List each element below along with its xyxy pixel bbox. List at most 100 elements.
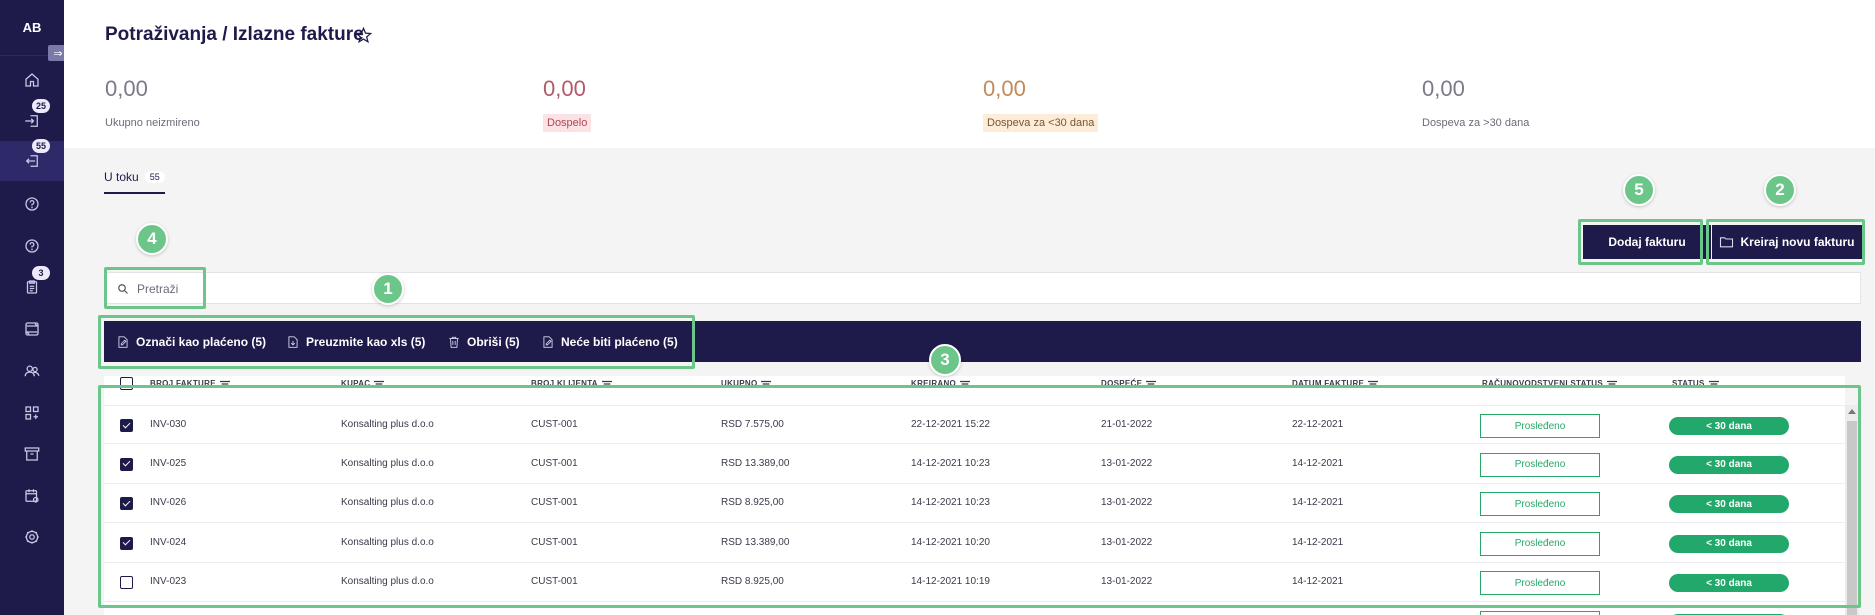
search-input[interactable] [137,279,537,299]
cell-total: RSD 8.925,00 [721,497,784,508]
table-row[interactable]: INV-030 Konsalting plus d.o.o CUST-001 RSD … [104,405,1845,444]
sidebar: AB ⇒ 25 55 3 [0,0,68,615]
scrollbar-thumb[interactable] [1847,421,1857,615]
edit-doc-icon [118,335,128,348]
marker-2: 2 [1764,174,1796,206]
row-checkbox[interactable] [120,536,133,550]
accounting-status-button[interactable]: Prosleđeno [1480,414,1600,438]
col-header-created[interactable]: KREIRANO [911,379,971,388]
delete-action[interactable]: Obriši (5) [447,321,520,362]
sidebar-item-home[interactable] [0,60,64,100]
row-checkbox[interactable] [120,576,133,589]
cell-customer: Konsalting plus d.o.o [341,497,434,508]
stat-label: Dospeva za >30 dana [1422,117,1530,129]
filter-icon[interactable] [1368,380,1379,388]
sidebar-item-settings[interactable] [0,517,64,557]
accounting-status-button[interactable]: Prosleđeno [1480,492,1600,516]
add-invoice-button[interactable]: Dodaj fakturu [1583,225,1711,259]
action-label: Preuzmite kao xls (5) [306,334,426,349]
sidebar-badge: 25 [32,99,50,113]
calendar-settings-icon [25,489,39,503]
sidebar-item-transfers[interactable] [0,309,64,349]
sidebar-item-outgoing[interactable]: 55 [0,139,64,181]
page-header: Potraživanja / Izlazne fakture 0,00 Ukup… [64,0,1875,148]
users-icon [24,365,40,377]
accounting-status-button[interactable]: Prosleđeno [1480,571,1600,595]
col-header-total[interactable]: UKUPNO [721,379,772,388]
cell-invoice-date: 14-12-2021 [1292,576,1344,587]
marker-3: 3 [929,344,961,376]
cell-due: 21-01-2022 [1101,419,1153,430]
cell-invoice: INV-023 [150,576,187,587]
stat-overdue: 0,00 Dospelo [543,76,592,132]
download-xls-action[interactable]: Preuzmite kao xls (5) [286,321,425,362]
filter-icon[interactable] [601,380,612,388]
filter-icon[interactable] [1708,380,1719,388]
tab-count-badge: 55 [144,171,165,183]
col-header-due[interactable]: DOSPEĆE [1101,379,1157,388]
row-checkbox[interactable] [120,457,133,471]
cell-created: 14-12-2021 10:19 [911,576,990,587]
cell-client: CUST-001 [531,457,578,469]
cell-created: 22-12-2021 15:22 [911,419,990,430]
tab-label: U toku [104,170,139,184]
stat-value: 0,00 [105,76,148,101]
sidebar-badge: 3 [32,266,50,280]
stat-label: Dospelo [543,114,592,132]
accounting-status-button[interactable] [1480,610,1600,615]
row-checkbox[interactable] [120,497,133,510]
table-row[interactable]: INV-024 Konsalting plus d.o.o CUST-001 RSD … [104,524,1845,563]
sidebar-item-users[interactable] [0,351,64,391]
stat-value: 0,00 [543,76,586,101]
sidebar-item-incoming[interactable]: 25 [0,99,64,141]
filter-icon[interactable] [761,380,772,388]
accounting-status-button[interactable]: Prosleđeno [1480,531,1600,556]
cell-due: 13-01-2022 [1101,457,1153,469]
sidebar-item-help-1[interactable] [0,184,64,224]
table-row[interactable]: INV-026 Konsalting plus d.o.o CUST-001 RSD … [104,484,1845,523]
filter-icon[interactable] [374,380,385,388]
search-container [104,272,1861,304]
scroll-up-icon[interactable] [1847,407,1857,415]
filter-icon[interactable] [219,380,230,388]
cell-due: 13-01-2022 [1101,497,1153,508]
filter-icon[interactable] [1146,380,1157,388]
sidebar-badge: 55 [32,139,50,153]
sidebar-item-help-2[interactable] [0,226,64,266]
stat-total-unpaid: 0,00 Ukupno neizmireno [105,76,204,132]
cell-client: CUST-001 [531,419,578,430]
col-header-customer[interactable]: KUPAC [341,379,385,388]
table-row[interactable]: INV-025 Konsalting plus d.o.o CUST-001 RSD … [104,445,1845,484]
cell-invoice-date: 14-12-2021 [1292,497,1344,508]
archive-icon [24,447,40,461]
col-header-invoice[interactable]: BROJ FAKTURE [150,379,230,388]
col-header-invoice-date[interactable]: DATUM FAKTURE [1292,379,1379,388]
sidebar-item-apps[interactable] [0,393,64,433]
table-row[interactable]: INV-023 Konsalting plus d.o.o CUST-001 RSD … [104,563,1845,602]
create-invoice-button[interactable]: Kreiraj novu fakturu [1712,225,1862,259]
clipboard-icon [26,280,38,294]
edit-doc-icon [543,335,553,348]
cell-created: 14-12-2021 10:23 [911,497,990,508]
filter-icon[interactable] [960,380,971,388]
col-header-client[interactable]: BROJ KLIJENTA [531,379,612,388]
star-icon[interactable] [354,26,373,45]
cell-client: CUST-001 [531,497,578,508]
accounting-status-button[interactable]: Prosleđeno [1480,452,1600,477]
sidebar-item-calendar[interactable] [0,476,64,516]
table-row[interactable] [104,603,1845,615]
select-all-checkbox[interactable] [120,377,133,390]
will-not-be-paid-action[interactable]: Neće biti plaćeno (5) [541,321,678,362]
col-header-status[interactable]: STATUS [1672,379,1719,388]
cell-due: 13-01-2022 [1101,536,1153,548]
sidebar-item-archive[interactable] [0,434,64,474]
row-checkbox[interactable] [120,419,133,432]
tab-in-progress[interactable]: U toku 55 [104,170,165,194]
apps-add-icon [25,406,39,420]
sidebar-item-tasks[interactable]: 3 [0,266,64,307]
cell-client: CUST-001 [531,576,578,587]
mark-paid-action[interactable]: Označi kao plaćeno (5) [116,321,266,362]
status-badge: < 30 dana [1669,574,1789,592]
filter-icon[interactable] [1606,380,1617,388]
col-header-accounting-status[interactable]: RAČUNOVODSTVENI STATUS [1482,379,1617,388]
